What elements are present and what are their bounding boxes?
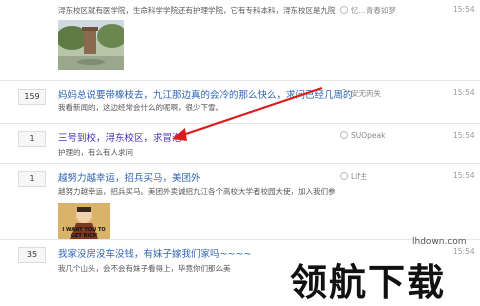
watermark-url: lhdown.com <box>412 237 467 247</box>
watermark-logo-text: 领航下载 <box>290 261 446 304</box>
